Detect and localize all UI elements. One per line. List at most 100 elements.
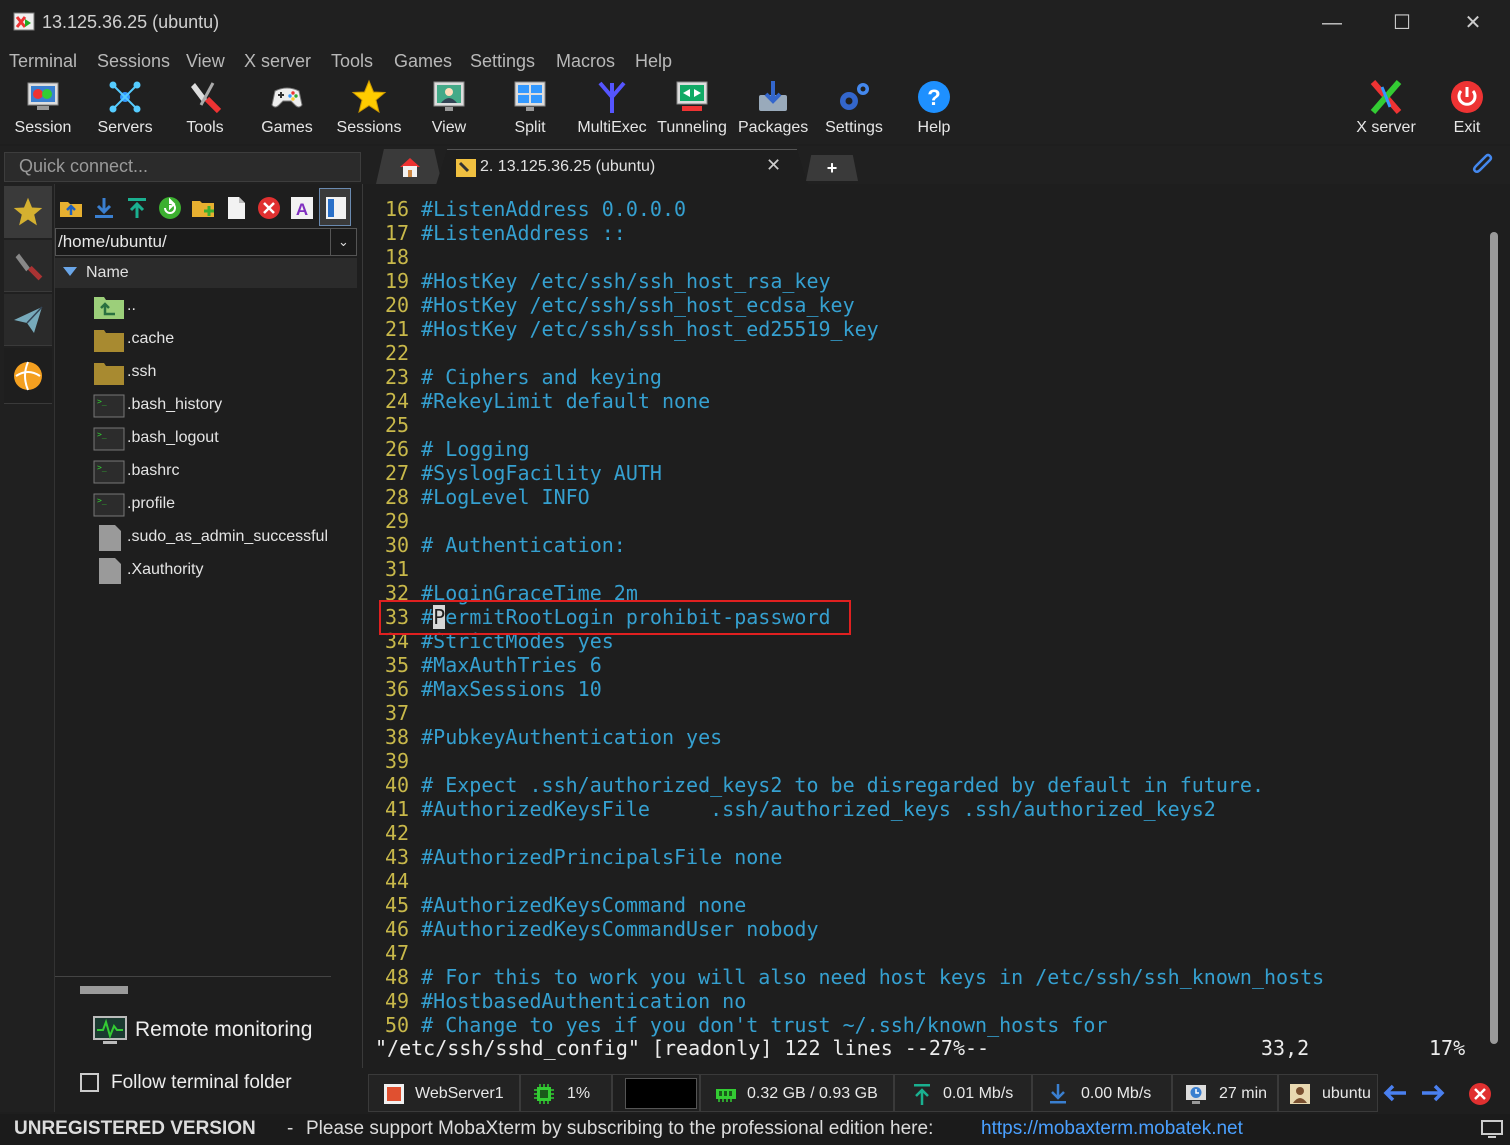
remote-path-input[interactable]: /home/ubuntu/ ⌄ [55, 228, 357, 256]
file-row-profile[interactable]: >_ .profile [93, 488, 353, 521]
file-row-ssh[interactable]: .ssh [93, 356, 353, 389]
quick-connect-input[interactable]: Quick connect... [4, 152, 361, 182]
terminal-line: 24 #RekeyLimit default none [385, 389, 710, 413]
tab-row: Quick connect... 2. 13.125.36.25 (ubuntu… [0, 146, 1510, 185]
home-tab[interactable] [376, 149, 442, 184]
terminal-line: 17 #ListenAddress :: [385, 221, 626, 245]
arrow-right-icon[interactable] [1420, 1082, 1446, 1104]
chevron-down-icon[interactable]: ⌄ [330, 229, 356, 255]
file-row-cache[interactable]: .cache [93, 323, 353, 356]
maximize-button[interactable]: ☐ [1382, 8, 1422, 38]
menu-x-server[interactable]: X server [244, 51, 311, 72]
line-number: 28 [385, 485, 410, 509]
menu-view[interactable]: View [186, 51, 225, 72]
line-number: 47 [385, 941, 410, 965]
tunneling-label: Tunneling [657, 119, 727, 136]
resize-handle[interactable] [80, 986, 128, 994]
x-server-button[interactable]: X server [1350, 76, 1422, 144]
sessions-side-tab[interactable] [4, 186, 52, 238]
sessions-button[interactable]: Sessions [334, 76, 404, 144]
rename-icon[interactable]: A [290, 196, 314, 220]
file-name: .cache [127, 330, 175, 347]
download-icon[interactable] [92, 196, 116, 220]
name-column-header[interactable]: Name [55, 258, 357, 288]
gears-icon [840, 83, 869, 110]
file-row-sudo-admin[interactable]: .sudo_as_admin_successful [93, 521, 353, 554]
parent-folder-icon[interactable] [59, 196, 83, 220]
star-icon [351, 79, 387, 114]
multiexec-button[interactable]: MultiExec [574, 76, 650, 144]
terminal-scrollbar[interactable] [1488, 184, 1510, 1068]
menu-settings[interactable]: Settings [470, 51, 535, 72]
user-icon [1290, 1084, 1310, 1104]
split-button[interactable]: Split [504, 76, 556, 144]
menu-tools[interactable]: Tools [331, 51, 373, 72]
file-name: .. [127, 297, 136, 314]
menu-terminal[interactable]: Terminal [9, 51, 77, 72]
packages-button[interactable]: Packages [738, 76, 808, 144]
help-icon: ? [918, 81, 950, 113]
tab-session-ubuntu[interactable]: 2. 13.125.36.25 (ubuntu) ✕ [436, 149, 808, 185]
tab-close-icon[interactable]: ✕ [766, 155, 781, 176]
remote-monitoring-button[interactable]: Remote monitoring [93, 1014, 353, 1048]
toggle-view-button[interactable] [319, 188, 351, 226]
line-number: 39 [385, 749, 410, 773]
terminal-view[interactable]: 16 #ListenAddress 0.0.0.0 17 #ListenAddre… [362, 184, 1486, 1068]
tools-side-tab[interactable] [4, 240, 52, 292]
file-row-bashrc[interactable]: >_ .bashrc [93, 455, 353, 488]
arrow-left-icon[interactable] [1382, 1082, 1408, 1104]
tunneling-button[interactable]: Tunneling [654, 76, 730, 144]
checkbox[interactable] [80, 1073, 99, 1092]
menu-sessions[interactable]: Sessions [97, 51, 170, 72]
menu-help[interactable]: Help [635, 51, 672, 72]
scrollbar-thumb[interactable] [1490, 232, 1498, 1044]
line-text: #ListenAddress 0.0.0.0 [421, 197, 687, 221]
delete-icon[interactable] [257, 196, 281, 220]
close-button[interactable]: ✕ [1453, 8, 1493, 38]
settings-button[interactable]: Settings [820, 76, 888, 144]
server-status[interactable]: WebServer1 [368, 1074, 520, 1112]
monitor-icon[interactable] [1480, 1120, 1504, 1140]
exit-button[interactable]: Exit [1444, 76, 1490, 144]
servers-button[interactable]: Servers [90, 76, 160, 144]
file-icon [99, 558, 121, 584]
file-row-xauthority[interactable]: .Xauthority [93, 554, 353, 587]
view-button[interactable]: View [420, 76, 478, 144]
close-session-icon[interactable] [1468, 1082, 1492, 1106]
file-row-bash-history[interactable]: >_ .bash_history [93, 389, 353, 422]
minimize-button[interactable]: — [1312, 8, 1352, 38]
new-folder-icon[interactable] [191, 196, 215, 220]
new-tab-button[interactable]: + [806, 155, 858, 181]
menu-bar: Terminal Sessions View X server Tools Ga… [0, 46, 1510, 76]
scroll-percent: 17% [1429, 1036, 1466, 1060]
terminal-line: 41 #AuthorizedKeysFile .ssh/authorized_k… [385, 797, 1216, 821]
terminal-line: 40 # Expect .ssh/authorized_keys2 to be … [385, 773, 1264, 797]
paperclip-icon[interactable] [1470, 152, 1496, 178]
follow-terminal-folder-checkbox[interactable]: Follow terminal folder [80, 1072, 350, 1096]
games-button[interactable]: Games [254, 76, 320, 144]
upload-value: 0.01 Mb/s [943, 1085, 1014, 1102]
mobaxterm-link[interactable]: https://mobaxterm.mobatek.net [981, 1118, 1243, 1140]
file-row-parent[interactable]: .. [93, 290, 353, 323]
tools-button[interactable]: Tools [172, 76, 238, 144]
sftp-side-tab[interactable] [4, 348, 52, 404]
upload-icon[interactable] [125, 196, 149, 220]
session-button[interactable]: Session [8, 76, 78, 144]
refresh-icon[interactable] [158, 196, 182, 220]
menu-macros[interactable]: Macros [556, 51, 615, 72]
file-row-bash-logout[interactable]: >_ .bash_logout [93, 422, 353, 455]
menu-games[interactable]: Games [394, 51, 452, 72]
new-file-icon[interactable] [224, 196, 248, 220]
macros-side-tab[interactable] [4, 294, 52, 346]
memory-value: 0.32 GB / 0.93 GB [747, 1085, 878, 1102]
line-number: 50 [385, 1013, 410, 1037]
help-button[interactable]: ? Help [908, 76, 960, 144]
terminal-line: 49 #HostbasedAuthentication no [385, 989, 746, 1013]
line-text: #AuthorizedPrincipalsFile none [421, 845, 783, 869]
